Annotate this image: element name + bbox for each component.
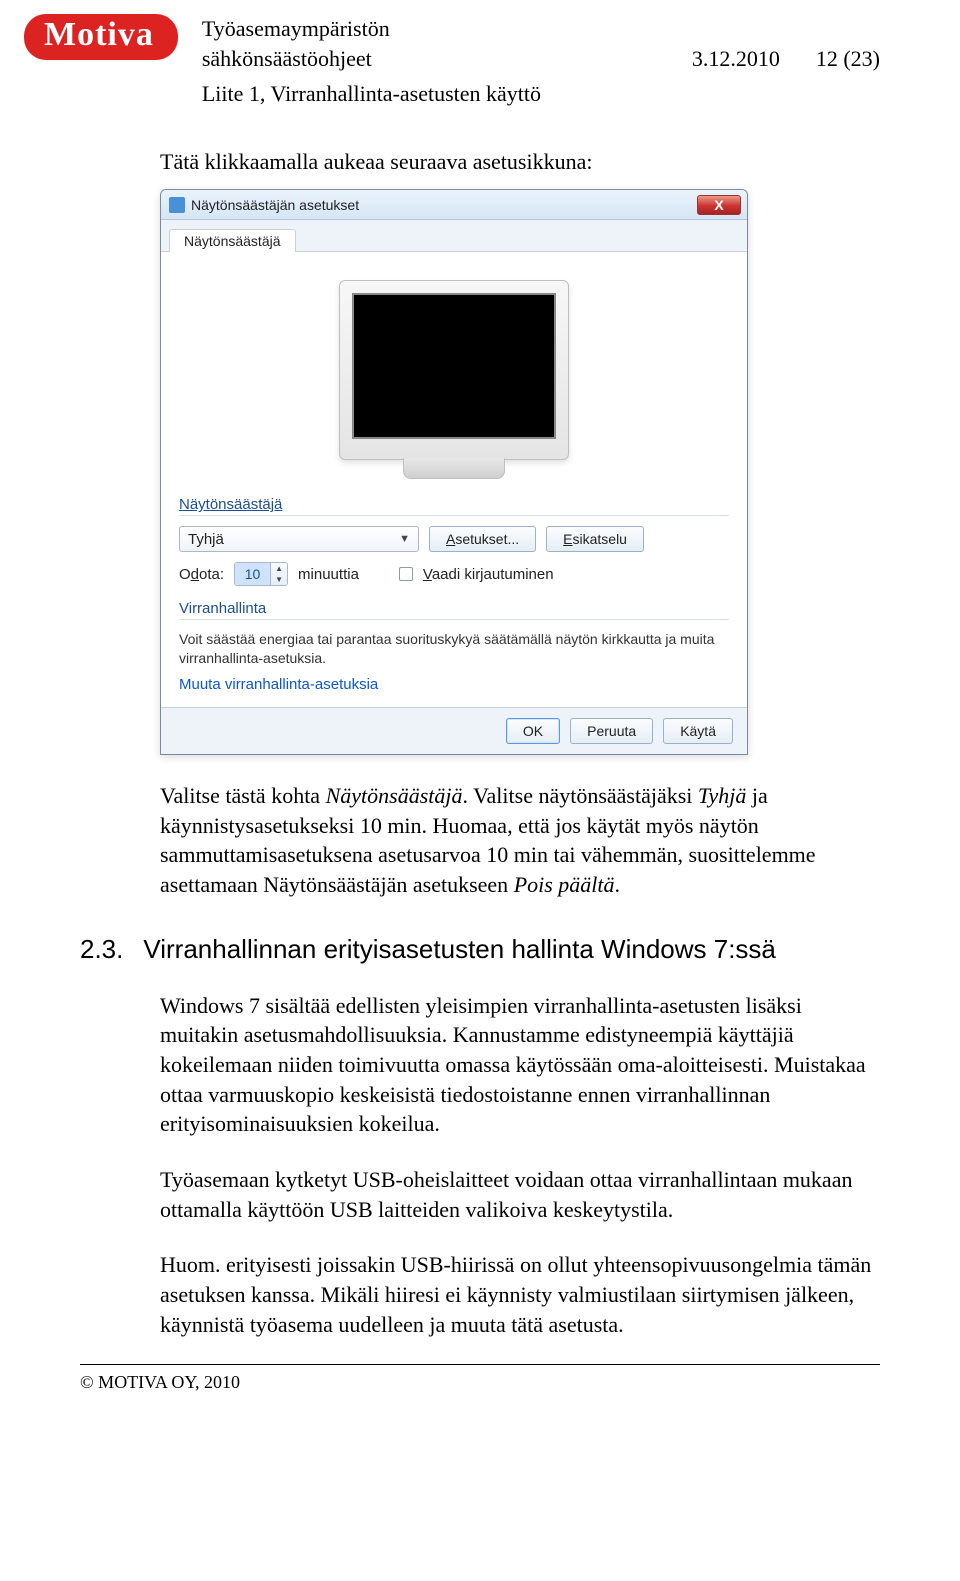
power-management-group: Virranhallinta Voit säästää energiaa tai… [179,600,729,693]
screensaver-group: Näytönsäästäjä Tyhjä ▼ Asetukset... Esik… [179,496,729,586]
footer-copyright: © MOTIVA OY, 2010 [80,1372,240,1393]
wait-value: 10 [235,563,271,585]
doc-title-line2: sähkönsäästöohjeet [202,44,372,74]
dropdown-value: Tyhjä [188,531,224,548]
logo: Motiva [24,14,178,60]
screensaver-settings-dialog: Näytönsäästäjän asetukset X Näytönsäästä… [160,189,748,755]
window-icon [169,197,185,213]
doc-date: 3.12.2010 [692,44,780,74]
wait-unit: minuuttia [298,566,359,583]
require-login-label: Vaadi kirjautuminen [423,566,554,583]
preview-button[interactable]: Esikatselu [546,526,644,552]
tab-strip: Näytönsäästäjä [161,220,747,252]
wait-label: Odota: [179,566,224,583]
close-button[interactable]: X [697,195,741,215]
preview-area [179,270,729,482]
paragraph-2: Windows 7 sisältää edellisten yleisimpie… [160,991,880,1139]
settings-button[interactable]: Asetukset... [429,526,536,552]
screensaver-dropdown[interactable]: Tyhjä ▼ [179,526,419,552]
spin-down-icon[interactable]: ▼ [271,574,287,585]
chevron-down-icon: ▼ [399,533,410,545]
close-icon: X [714,197,723,213]
spin-up-icon[interactable]: ▲ [271,563,287,574]
intro-text: Tätä klikkaamalla aukeaa seuraava asetus… [160,149,880,175]
paragraph-1: Valitse tästä kohta Näytönsäästäjä. Vali… [160,781,880,900]
ok-button[interactable]: OK [506,718,560,744]
wait-spinner[interactable]: 10 ▲▼ [234,562,288,586]
section-heading: 2.3. Virranhallinnan erityisasetusten ha… [80,934,880,965]
tab-screensaver[interactable]: Näytönsäästäjä [169,229,296,252]
power-group-title: Virranhallinta [179,600,729,620]
doc-title-line1: Työasemaympäristön [202,14,390,44]
change-power-settings-link[interactable]: Muuta virranhallinta-asetuksia [179,676,378,693]
section-title: Virranhallinnan erityisasetusten hallint… [143,934,776,965]
paragraph-3: Työasemaan kytketyt USB-oheislaitteet vo… [160,1165,880,1224]
dialog-titlebar[interactable]: Näytönsäästäjän asetukset X [161,190,747,220]
monitor-icon [339,280,569,460]
paragraph-4: Huom. erityisesti joissakin USB-hiirissä… [160,1250,880,1339]
doc-subtitle: Liite 1, Virranhallinta-asetusten käyttö [202,79,880,109]
header-text-block: Työasemaympäristön sähkönsäästöohjeet 3.… [202,14,880,109]
page-header: Motiva Työasemaympäristön sähkönsäästöoh… [0,0,960,109]
dialog-title: Näytönsäästäjän asetukset [191,197,359,213]
preview-screen [352,293,556,439]
doc-page-number: 12 (23) [816,44,880,74]
dialog-footer: OK Peruuta Käytä [161,707,747,754]
require-login-checkbox[interactable] [399,567,413,581]
apply-button[interactable]: Käytä [663,718,733,744]
cancel-button[interactable]: Peruuta [570,718,653,744]
footer-divider [80,1364,880,1365]
power-description: Voit säästää energiaa tai parantaa suori… [179,630,729,668]
section-number: 2.3. [80,934,123,965]
screensaver-group-title: Näytönsäästäjä [179,496,729,516]
